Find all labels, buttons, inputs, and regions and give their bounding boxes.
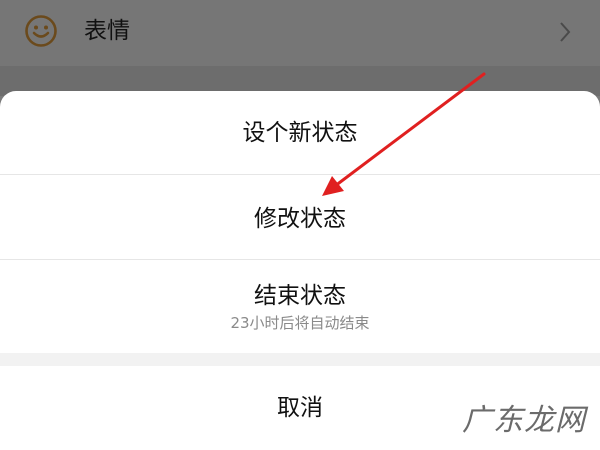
expression-setting-row: 表情 xyxy=(0,0,600,66)
smiley-face-icon xyxy=(25,15,57,47)
end-status-subtitle: 23小时后将自动结束 xyxy=(230,314,370,332)
new-status-label: 设个新状态 xyxy=(242,120,358,146)
end-status-option[interactable]: 结束状态 23小时后将自动结束 xyxy=(0,281,600,333)
section-gap xyxy=(0,353,600,366)
watermark-text: 广东龙网 xyxy=(462,403,586,438)
expression-label: 表情 xyxy=(84,18,130,44)
status-action-sheet: 设个新状态 修改状态 结束状态 23小时后将自动结束 取消 xyxy=(0,91,600,450)
edit-status-label: 修改状态 xyxy=(254,206,346,232)
edit-status-option[interactable]: 修改状态 xyxy=(0,204,600,234)
divider xyxy=(0,259,600,260)
divider xyxy=(0,174,600,175)
chevron-right-icon xyxy=(560,22,571,42)
end-status-label: 结束状态 xyxy=(254,283,346,309)
new-status-option[interactable]: 设个新状态 xyxy=(0,118,600,148)
